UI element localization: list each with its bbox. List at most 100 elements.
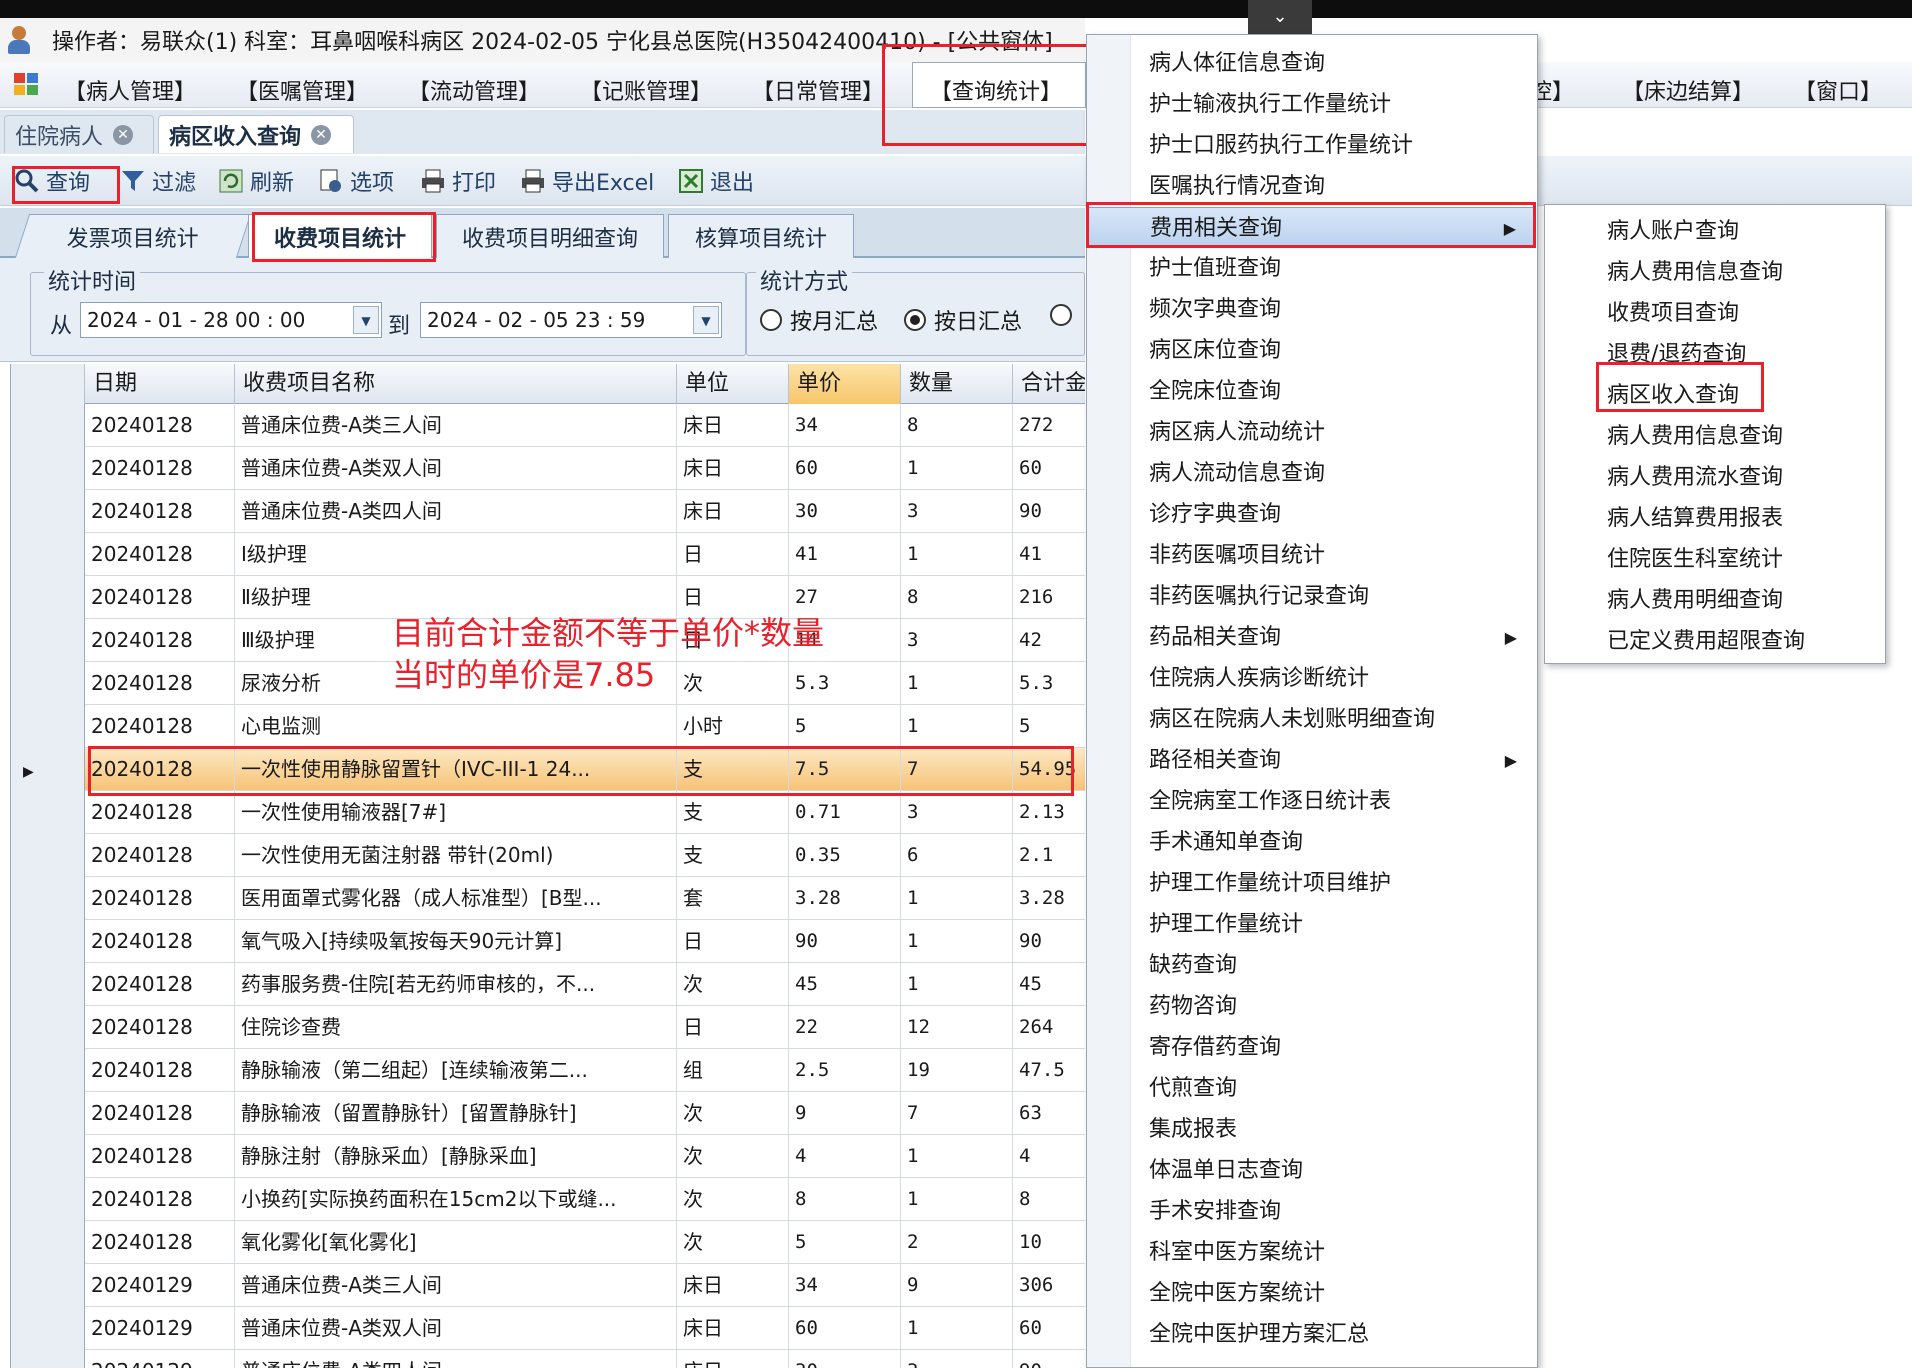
row-indicator[interactable] — [11, 1092, 85, 1135]
export-excel-button[interactable]: 导出Excel — [520, 164, 654, 198]
table-row[interactable]: 20240128 一次性使用无菌注射器 带针(20ml) 支 0.35 6 2.1 — [11, 834, 1085, 877]
options-button[interactable]: 选项 — [318, 164, 394, 198]
table-row[interactable]: 20240128 药事服务费-住院[若无药师审核的，不... 次 45 1 45 — [11, 963, 1085, 1006]
row-indicator[interactable] — [11, 490, 85, 533]
chevron-down-icon[interactable]: ▼ — [353, 306, 379, 334]
menu-item[interactable]: 全院病室工作逐日统计表 — [1087, 781, 1535, 822]
from-datetime-input[interactable]: 2024 - 01 - 28 00 : 00 ▼ — [80, 302, 382, 338]
menu-item[interactable]: 药品相关查询 ▶ — [1087, 617, 1535, 658]
menu-item[interactable]: 护士值班查询 — [1087, 248, 1535, 289]
row-indicator[interactable]: ▶ — [11, 748, 85, 791]
to-datetime-input[interactable]: 2024 - 02 - 05 23 : 59 ▼ — [420, 302, 722, 338]
menu-item[interactable]: 全院中医护理方案汇总 — [1087, 1314, 1535, 1355]
table-row[interactable]: 20240128 小换药[实际换药面积在15cm2以下或缝... 次 8 1 8 — [11, 1178, 1085, 1221]
table-row[interactable]: 20240128 氧气吸入[持续吸氧按每天90元计算] 日 90 1 90 — [11, 920, 1085, 963]
submenu-item[interactable]: 已定义费用超限查询 — [1545, 621, 1885, 662]
submenu-item[interactable]: 病人费用信息查询 — [1545, 252, 1885, 293]
exit-button[interactable]: 退出 — [678, 164, 754, 198]
menu-item[interactable]: 缺药查询 — [1087, 945, 1535, 986]
submenu-item[interactable]: 病区收入查询 — [1545, 375, 1885, 416]
col-unit-price[interactable]: 单价 — [789, 364, 901, 404]
table-row[interactable]: 20240128 普通床位费-A类双人间 床日 60 1 60 — [11, 447, 1085, 490]
row-indicator[interactable] — [11, 662, 85, 705]
radio-other[interactable] — [1050, 304, 1080, 326]
menu-daily-mgmt[interactable]: 【日常管理】 — [752, 74, 884, 106]
menu-item[interactable]: 手术通知单查询 — [1087, 822, 1535, 863]
table-row[interactable]: 20240128 住院诊查费日 22 12 264 — [11, 1006, 1085, 1049]
menu-item[interactable]: 病人体征信息查询 — [1087, 43, 1535, 84]
chevron-down-icon[interactable]: ▼ — [693, 306, 719, 334]
row-indicator[interactable] — [11, 834, 85, 877]
row-indicator[interactable] — [11, 1307, 85, 1350]
menu-item[interactable]: 手术安排查询 — [1087, 1191, 1535, 1232]
menu-item[interactable]: 病区床位查询 — [1087, 330, 1535, 371]
close-icon[interactable]: ✕ — [311, 124, 332, 145]
menu-item[interactable]: 病人流动信息查询 — [1087, 453, 1535, 494]
submenu-item[interactable]: 收费项目查询 — [1545, 293, 1885, 334]
row-indicator[interactable] — [11, 963, 85, 1006]
row-indicator[interactable] — [11, 1264, 85, 1307]
menu-item[interactable]: 非药医嘱执行记录查询 — [1087, 576, 1535, 617]
menu-item[interactable]: 护士输液执行工作量统计 — [1087, 84, 1535, 125]
row-indicator[interactable] — [11, 705, 85, 748]
menu-item[interactable]: 医嘱执行情况查询 — [1087, 166, 1535, 207]
row-indicator[interactable] — [11, 1135, 85, 1178]
print-button[interactable]: 打印 — [420, 164, 496, 198]
submenu-item[interactable]: 退费/退药查询 — [1545, 334, 1885, 375]
menu-item[interactable]: 频次字典查询 — [1087, 289, 1535, 330]
doc-tab-ward-income[interactable]: 病区收入查询 ✕ — [158, 115, 354, 153]
submenu-item[interactable]: 病人账户查询 — [1545, 211, 1885, 252]
submenu-item[interactable]: 病人费用明细查询 — [1545, 580, 1885, 621]
row-indicator[interactable] — [11, 1178, 85, 1221]
table-row[interactable]: 20240128 静脉输液（留置静脉针）[留置静脉针] 次 9 7 63 — [11, 1092, 1085, 1135]
table-row[interactable]: 20240128 心电监测 小时 5 1 5 — [11, 705, 1085, 748]
col-unit[interactable]: 单位 — [677, 364, 789, 404]
menu-item[interactable]: 集成报表 — [1087, 1109, 1535, 1150]
menu-billing-mgmt[interactable]: 【记账管理】 — [580, 74, 712, 106]
row-indicator[interactable] — [11, 1049, 85, 1092]
menu-item[interactable]: 护理工作量统计项目维护 — [1087, 863, 1535, 904]
col-date[interactable]: 日期 — [85, 364, 235, 404]
menu-item[interactable]: 非药医嘱项目统计 — [1087, 535, 1535, 576]
menu-bedside-settle[interactable]: 【床边结算】 — [1622, 74, 1754, 106]
row-indicator[interactable] — [11, 1350, 85, 1368]
tab-invoice-stats[interactable]: 发票项目统计 — [14, 214, 252, 258]
row-indicator[interactable] — [11, 920, 85, 963]
menu-item[interactable]: 全院中医方案统计 — [1087, 1273, 1535, 1314]
submenu-item[interactable]: 病人费用信息查询 — [1545, 416, 1885, 457]
filter-button[interactable]: 过滤 — [120, 164, 196, 198]
table-row[interactable]: 20240129普通床位费-A类四人间床日30390 — [11, 1350, 1085, 1368]
menu-item[interactable]: 护士口服药执行工作量统计 — [1087, 125, 1535, 166]
menu-item[interactable]: 药物咨询 — [1087, 986, 1535, 1027]
menu-item[interactable]: 费用相关查询 ▶ — [1087, 207, 1535, 248]
radio-by-month[interactable]: 按月汇总 — [760, 304, 878, 336]
tab-fee-item-stats[interactable]: 收费项目统计 — [248, 214, 432, 258]
menu-window[interactable]: 【窗口】 — [1794, 74, 1882, 106]
window-menu-icon[interactable] — [14, 72, 42, 97]
table-row[interactable]: 20240129 普通床位费-A类双人间 床日 60 1 60 — [11, 1307, 1085, 1350]
tab-fee-item-detail[interactable]: 收费项目明细查询 — [436, 214, 664, 258]
row-indicator[interactable] — [11, 1006, 85, 1049]
row-indicator[interactable] — [11, 877, 85, 920]
menu-item[interactable]: 体温单日志查询 — [1087, 1150, 1535, 1191]
close-icon[interactable]: ✕ — [113, 124, 134, 145]
menu-item[interactable]: 病区在院病人未划账明细查询 — [1087, 699, 1535, 740]
radio-by-day[interactable]: 按日汇总 — [904, 304, 1022, 336]
table-row[interactable]: 20240128 静脉输液（第二组起）[连续输液第二... 组 2.5 19 47.5 — [11, 1049, 1085, 1092]
table-row[interactable]: ▶ 20240128 一次性使用静脉留置针（IVC-III-1 24... 支 7.5 7… — [11, 748, 1085, 791]
menu-item[interactable]: 全院床位查询 — [1087, 371, 1535, 412]
table-row[interactable]: 20240128 医用面罩式雾化器（成人标准型）[B型... 套 3.28 1 3.28 — [11, 877, 1085, 920]
table-row[interactable]: 20240128 Ⅰ级护理日 41 1 41 — [11, 533, 1085, 576]
doc-tab-inpatients[interactable]: 住院病人 ✕ — [4, 115, 154, 153]
col-total[interactable]: 合计金 — [1013, 364, 1085, 404]
row-indicator[interactable] — [11, 576, 85, 619]
table-row[interactable]: 20240128 普通床位费-A类四人间 床日 30 3 90 — [11, 490, 1085, 533]
chevron-down-icon[interactable]: ⌄ — [1248, 0, 1312, 34]
col-quantity[interactable]: 数量 — [901, 364, 1013, 404]
menu-item[interactable]: 护理工作量统计 — [1087, 904, 1535, 945]
menu-flow-mgmt[interactable]: 【流动管理】 — [408, 74, 540, 106]
menu-order-mgmt[interactable]: 【医嘱管理】 — [236, 74, 368, 106]
menu-item[interactable]: 住院病人疾病诊断统计 — [1087, 658, 1535, 699]
submenu-item[interactable]: 病人结算费用报表 — [1545, 498, 1885, 539]
table-row[interactable]: 20240128 静脉注射（静脉采血）[静脉采血] 次 4 1 4 — [11, 1135, 1085, 1178]
